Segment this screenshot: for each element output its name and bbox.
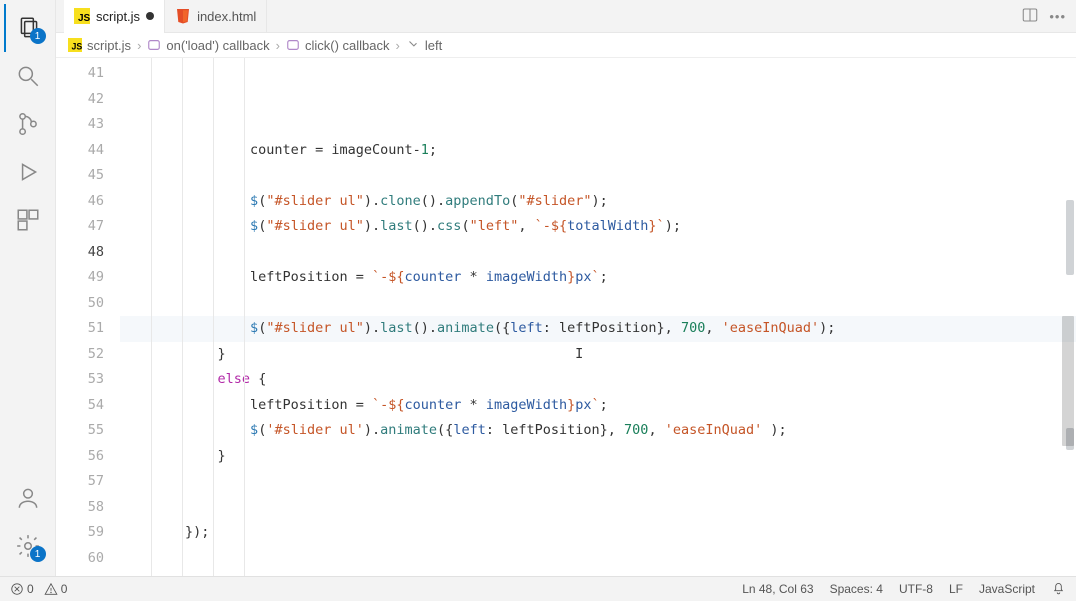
settings-gear-icon[interactable]: 1 — [4, 522, 52, 570]
more-actions-icon[interactable]: ••• — [1049, 9, 1066, 24]
code-line[interactable]: $("#slider ul").last().animate({left: le… — [120, 316, 1076, 342]
explorer-badge: 1 — [30, 28, 46, 44]
breadcrumb-item[interactable]: click() callback — [286, 38, 390, 53]
line-number: 50 — [56, 291, 104, 317]
line-number: 60 — [56, 546, 104, 572]
code-line[interactable]: counter = imageCount-1; — [120, 138, 1076, 164]
source-control-icon[interactable] — [4, 100, 52, 148]
line-number: 51 — [56, 316, 104, 342]
line-number: 54 — [56, 393, 104, 419]
breadcrumb-label: click() callback — [305, 38, 390, 53]
code-line[interactable] — [120, 546, 1076, 572]
line-number: 52 — [56, 342, 104, 368]
line-number: 58 — [56, 495, 104, 521]
code-line[interactable]: } — [120, 444, 1076, 470]
breadcrumb-item[interactable]: left — [406, 38, 442, 53]
line-gutter: 4142434445464748495051525354555657585960 — [56, 58, 120, 576]
callback-icon — [147, 38, 161, 52]
breadcrumb: JS script.js › on('load') callback › click() … — [56, 33, 1076, 58]
tab-label: script.js — [96, 9, 140, 24]
unsaved-indicator-icon — [146, 12, 154, 20]
language-mode[interactable]: JavaScript — [979, 582, 1035, 596]
code-line[interactable] — [120, 495, 1076, 521]
code-line[interactable] — [120, 291, 1076, 317]
breadcrumb-separator-icon: › — [396, 38, 400, 53]
svg-text:JS: JS — [78, 13, 90, 24]
line-number: 41 — [56, 61, 104, 87]
code-line[interactable] — [120, 469, 1076, 495]
line-number: 53 — [56, 367, 104, 393]
line-number: 47 — [56, 214, 104, 240]
code-line[interactable]: $("#slider ul").last().css("left", `-${t… — [120, 214, 1076, 240]
eol[interactable]: LF — [949, 582, 963, 596]
breadcrumb-separator-icon: › — [137, 38, 141, 53]
settings-badge: 1 — [30, 546, 46, 562]
minimap-scrollbar[interactable] — [1060, 58, 1074, 576]
breadcrumb-item[interactable]: on('load') callback — [147, 38, 269, 53]
warnings-count[interactable]: 0 — [44, 582, 68, 596]
code-line[interactable]: $("#slider ul").clone().appendTo("#slide… — [120, 189, 1076, 215]
line-number: 43 — [56, 112, 104, 138]
code-area[interactable]: counter = imageCount-1; $("#slider ul").… — [120, 58, 1076, 576]
code-line[interactable]: $('#slider ul').animate({left: leftPosit… — [120, 418, 1076, 444]
breadcrumb-item[interactable]: JS script.js — [68, 38, 131, 53]
code-line[interactable]: }); — [120, 520, 1076, 546]
explorer-icon[interactable]: 1 — [4, 4, 52, 52]
accounts-icon[interactable] — [4, 474, 52, 522]
search-icon[interactable] — [4, 52, 52, 100]
line-number: 46 — [56, 189, 104, 215]
cursor-position[interactable]: Ln 48, Col 63 — [742, 582, 813, 596]
line-number: 57 — [56, 469, 104, 495]
line-number: 44 — [56, 138, 104, 164]
status-bar: 0 0 Ln 48, Col 63 Spaces: 4 UTF-8 LF Jav… — [0, 576, 1076, 601]
line-number: 45 — [56, 163, 104, 189]
breadcrumb-separator-icon: › — [276, 38, 280, 53]
html5-file-icon — [175, 8, 191, 24]
js-file-icon: JS — [68, 38, 82, 52]
run-debug-icon[interactable] — [4, 148, 52, 196]
tabs-bar: JS script.js index.html ••• — [56, 0, 1076, 33]
activity-bar: 1 1 — [0, 0, 56, 576]
breadcrumb-label: on('load') callback — [166, 38, 269, 53]
indent-setting[interactable]: Spaces: 4 — [830, 582, 883, 596]
code-line[interactable]: }); — [120, 571, 1076, 576]
code-line[interactable]: else { — [120, 367, 1076, 393]
breadcrumb-label: left — [425, 38, 442, 53]
line-number: 55 — [56, 418, 104, 444]
text-cursor-icon: I — [226, 346, 584, 362]
svg-text:JS: JS — [72, 41, 83, 51]
line-number: 56 — [56, 444, 104, 470]
line-number: 42 — [56, 87, 104, 113]
code-line[interactable] — [120, 163, 1076, 189]
callback-icon — [286, 38, 300, 52]
line-number: 59 — [56, 520, 104, 546]
js-file-icon: JS — [74, 8, 90, 24]
tab-script-js[interactable]: JS script.js — [64, 0, 165, 33]
breadcrumb-label: script.js — [87, 38, 131, 53]
code-line[interactable] — [120, 240, 1076, 266]
extensions-icon[interactable] — [4, 196, 52, 244]
notifications-icon[interactable] — [1051, 580, 1066, 598]
editor[interactable]: 4142434445464748495051525354555657585960… — [56, 58, 1076, 576]
split-editor-icon[interactable] — [1021, 6, 1039, 27]
field-icon — [406, 38, 420, 52]
line-number: 48 — [56, 240, 104, 266]
tab-index-html[interactable]: index.html — [165, 0, 267, 33]
code-line[interactable]: leftPosition = `-${counter * imageWidth}… — [120, 265, 1076, 291]
encoding[interactable]: UTF-8 — [899, 582, 933, 596]
errors-count[interactable]: 0 — [10, 582, 34, 596]
code-line[interactable]: leftPosition = `-${counter * imageWidth}… — [120, 393, 1076, 419]
code-line[interactable]: } I — [120, 342, 1076, 368]
line-number: 49 — [56, 265, 104, 291]
tab-label: index.html — [197, 9, 256, 24]
